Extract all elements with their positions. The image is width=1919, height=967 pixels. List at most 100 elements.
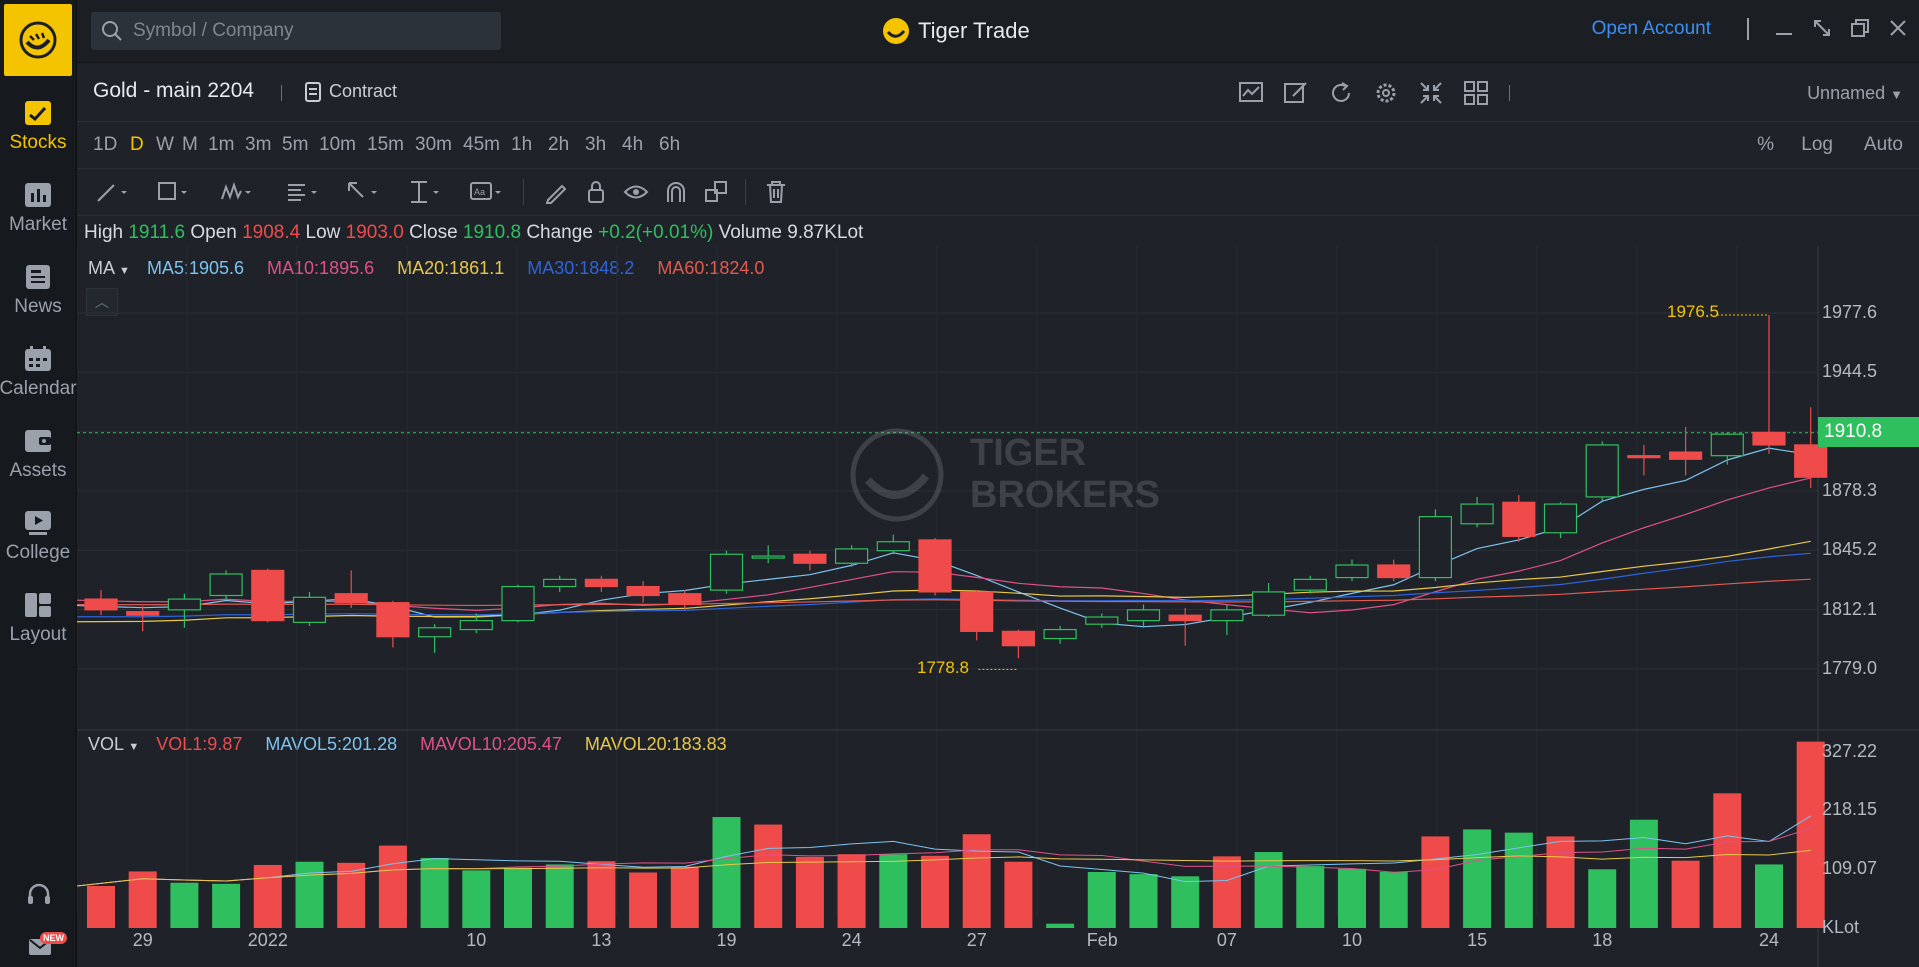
divider: [523, 179, 524, 205]
measure-icon[interactable]: [407, 179, 441, 205]
candle: [1293, 578, 1327, 591]
new-badge: NEW: [40, 932, 67, 944]
divider: [1509, 85, 1510, 101]
trash-icon[interactable]: [763, 179, 797, 205]
period-30m[interactable]: 30m: [415, 134, 452, 156]
sidebar-item-calendar[interactable]: Calendar: [0, 332, 77, 414]
open-account-link[interactable]: Open Account: [1592, 18, 1711, 40]
candle: [1335, 564, 1369, 579]
candle: [1502, 501, 1536, 537]
sidebar-item-layout[interactable]: Layout: [0, 578, 76, 660]
period-5m[interactable]: 5m: [282, 134, 308, 156]
volume-bar: [504, 867, 532, 928]
pattern-icon[interactable]: [219, 179, 253, 205]
open-value: 1908.4: [242, 222, 301, 243]
volume-bar: [1087, 871, 1116, 928]
period-4h[interactable]: 4h: [622, 134, 643, 156]
restore-window-icon[interactable]: [1845, 16, 1875, 46]
arrow-icon[interactable]: [345, 179, 379, 205]
candle: [501, 585, 535, 622]
grid-layout-icon[interactable]: [1462, 79, 1490, 107]
time-tick-label: 24: [1759, 930, 1780, 950]
search-box[interactable]: [91, 12, 501, 50]
minimize-icon[interactable]: [1769, 16, 1799, 46]
time-tick-label: Feb: [1086, 930, 1118, 950]
period-6h[interactable]: 6h: [659, 134, 680, 156]
detach-window-icon[interactable]: [1807, 16, 1837, 46]
candle: [1752, 431, 1786, 446]
clone-icon[interactable]: [703, 179, 737, 205]
sidebar-item-stocks[interactable]: Stocks: [0, 86, 76, 168]
sidebar-item-college[interactable]: College: [0, 496, 76, 578]
close-icon[interactable]: [1883, 16, 1913, 46]
period-2h[interactable]: 2h: [548, 134, 569, 156]
time-tick-label: 18: [1592, 930, 1613, 950]
edit-icon[interactable]: [1282, 79, 1310, 107]
drawing-toolbar: Aa: [77, 169, 1919, 216]
indicator-icon[interactable]: [1237, 79, 1265, 107]
tiger-watermark-icon: [850, 428, 944, 522]
sidebar-item-label: Layout: [9, 624, 67, 645]
scale-option-percent[interactable]: %: [1757, 134, 1774, 156]
period-1h[interactable]: 1h: [511, 134, 532, 156]
contract-label: Contract: [329, 81, 398, 101]
period-45m[interactable]: 45m: [463, 134, 500, 156]
fibonacci-icon[interactable]: [285, 179, 319, 205]
price-tick-label: 1812.1: [1822, 598, 1878, 619]
headset-icon[interactable]: [24, 882, 54, 910]
scale-option-auto[interactable]: Auto: [1864, 134, 1903, 156]
scale-option-log[interactable]: Log: [1801, 134, 1833, 156]
instrument-title[interactable]: Gold - main 2204: [93, 79, 254, 103]
candle: [626, 585, 660, 597]
candle: [1377, 564, 1411, 579]
gear-icon[interactable]: [1372, 79, 1400, 107]
divider: [1747, 18, 1749, 40]
period-W[interactable]: W: [156, 134, 174, 156]
trend-line-icon[interactable]: [95, 179, 129, 205]
period-1m[interactable]: 1m: [208, 134, 234, 156]
sidebar-item-news[interactable]: News: [0, 250, 76, 332]
candle: [251, 569, 285, 622]
low-marker: 1778.8: [917, 658, 969, 677]
period-D[interactable]: D: [130, 134, 144, 156]
period-15m[interactable]: 15m: [367, 134, 404, 156]
mail-icon[interactable]: NEW: [26, 930, 67, 958]
price-chart[interactable]: [77, 246, 1919, 967]
period-3h[interactable]: 3h: [585, 134, 606, 156]
low-label: Low: [305, 222, 341, 243]
volume-bar: [629, 872, 658, 928]
collapse-icon[interactable]: [1417, 79, 1445, 107]
volume-bar: [1379, 871, 1408, 928]
sidebar-item-label: Stocks: [9, 132, 67, 153]
rectangle-icon[interactable]: [155, 179, 189, 205]
refresh-icon[interactable]: [1327, 79, 1355, 107]
candle: [126, 611, 160, 616]
app-title: Tiger Trade: [882, 14, 1030, 48]
candle: [793, 553, 827, 564]
volume-unit-label: KLot: [1822, 917, 1860, 937]
candle: [960, 591, 994, 632]
text-annotation-icon[interactable]: Aa: [469, 179, 503, 205]
period-10m[interactable]: 10m: [319, 134, 356, 156]
volume-bar: [1546, 836, 1575, 928]
lock-icon[interactable]: [583, 179, 617, 205]
search-input[interactable]: [131, 19, 485, 43]
sidebar-item-assets[interactable]: Assets: [0, 414, 76, 496]
layout-name-dropdown[interactable]: Unnamed ▼: [1807, 83, 1903, 104]
magnet-icon[interactable]: [663, 179, 697, 205]
eye-icon[interactable]: [623, 179, 657, 205]
calendar-icon: [25, 346, 51, 371]
sidebar-item-market[interactable]: Market: [0, 168, 76, 250]
volume-bar: [462, 870, 491, 928]
period-M[interactable]: M: [182, 134, 198, 156]
candle: [709, 553, 744, 591]
candle: [1418, 516, 1453, 579]
pencil-icon[interactable]: [543, 179, 577, 205]
tiger-logo-icon[interactable]: [4, 4, 72, 76]
price-tick-label: 1977.6: [1822, 302, 1878, 322]
volume-bar: [1129, 874, 1158, 928]
volume-bar: [1629, 819, 1658, 928]
contract-button[interactable]: Contract: [305, 81, 397, 102]
period-1D[interactable]: 1D: [93, 134, 117, 156]
period-3m[interactable]: 3m: [245, 134, 271, 156]
